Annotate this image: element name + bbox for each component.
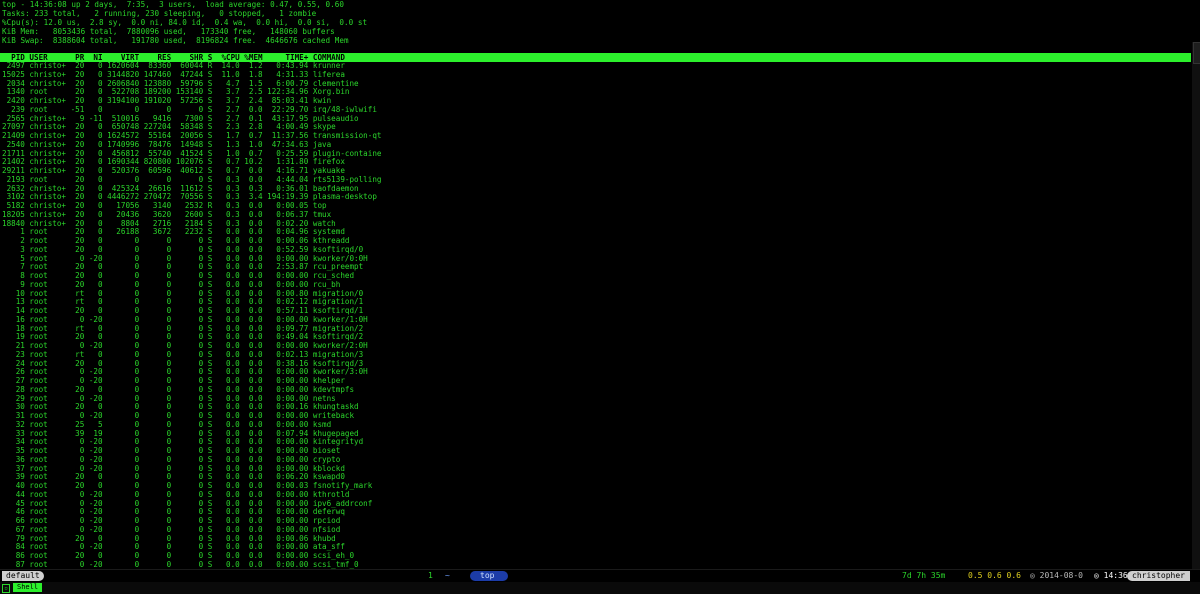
username: christopher — [1127, 571, 1190, 581]
scrollbar[interactable] — [1192, 42, 1200, 569]
date-text: 2014-08-0 — [1039, 571, 1083, 580]
terminal[interactable]: top - 14:36:08 up 2 days, 7:35, 3 users,… — [0, 0, 1200, 569]
load-average: 0.5 0.6 0.6 — [968, 571, 1021, 580]
window-number: 1 — [428, 571, 433, 580]
terminal-icon[interactable]: ▫ — [2, 584, 10, 593]
tmux-status-bar: default 1 ~ top 7d 7h 35m 0.5 0.6 0.6 ◎ … — [0, 569, 1200, 582]
session-name[interactable]: default — [2, 571, 44, 581]
scrollbar-thumb[interactable] — [1193, 42, 1200, 64]
swap-line: KiB Swap: 8388604 total, 191780 used, 81… — [2, 36, 349, 45]
mem-line: KiB Mem: 8053436 total, 7880096 used, 17… — [2, 27, 335, 36]
top-summary-line: top - 14:36:08 up 2 days, 7:35, 3 users,… — [2, 0, 345, 9]
terminal-tab-bar: ▫ Shell — [0, 582, 1200, 594]
clock: ◎ 14:36 — [1094, 571, 1128, 580]
cpu-line: %Cpu(s): 12.0 us, 2.8 sy, 0.0 ni, 84.0 i… — [2, 18, 368, 27]
time-text: 14:36 — [1103, 571, 1128, 580]
tasks-line: Tasks: 233 total, 2 running, 230 sleepin… — [2, 9, 317, 18]
date: ◎ 2014-08-0 — [1030, 571, 1083, 580]
window-indicator: ~ — [445, 571, 450, 580]
shell-tab[interactable]: Shell — [13, 583, 43, 592]
uptime: 7d 7h 35m — [902, 571, 946, 580]
window-tab-top[interactable]: top — [470, 571, 509, 581]
